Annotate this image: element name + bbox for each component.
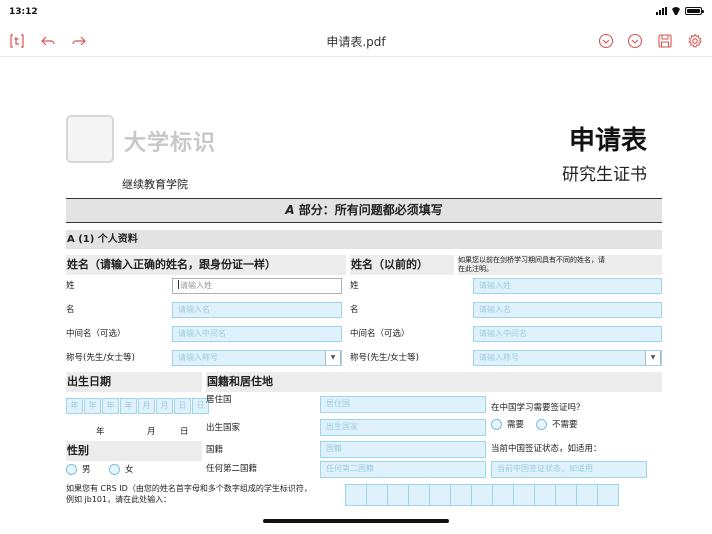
radio-icon[interactable] [536, 418, 547, 430]
birth-country-label: 出生国家 [206, 423, 241, 433]
status-time: 13:12 [9, 7, 38, 17]
dob-year-cell[interactable]: 年 [66, 398, 83, 414]
crs-id-cell[interactable] [471, 484, 493, 506]
radio-icon[interactable] [109, 463, 120, 475]
residence-input[interactable]: 居住国 [320, 396, 486, 413]
crs-id-cell[interactable] [513, 484, 535, 506]
save-icon[interactable] [656, 32, 674, 50]
gender-heading: 性别 [66, 441, 202, 461]
second-nationality-input[interactable]: 任何第二国籍 [320, 461, 486, 478]
residence-label: 居住国 [206, 395, 232, 405]
given-name-input[interactable]: 请输入名 [172, 302, 342, 318]
section-a-heading: A 部分：所有问题都必须填写 [66, 198, 662, 223]
university-logo-placeholder [66, 115, 114, 163]
prev-middle-name-label: 中间名（可选） [350, 329, 410, 339]
personal-details-heading: A (1) 个人资料 [66, 230, 662, 249]
crs-id-cell[interactable] [345, 484, 367, 506]
crs-id-cell[interactable] [492, 484, 514, 506]
toolbar: 申请表.pdf [0, 26, 712, 57]
previous-name-heading: 姓名（以前的） [350, 255, 454, 275]
title-select[interactable]: 请输入称号 ▼ [172, 350, 342, 366]
title-label: 称号(先生/女士等) [66, 353, 135, 363]
surname-label: 姓 [66, 281, 75, 291]
school-name: 继续教育学院 [122, 178, 188, 191]
previous-name-note: 如果您以前在剑桥学习期间具有不同的姓名，请 在此注明。 [458, 255, 662, 275]
chevron-circle-icon[interactable] [597, 32, 615, 50]
middle-name-input[interactable]: 请输入中间名 [172, 326, 342, 342]
form-subtitle: 研究生证书 [562, 165, 647, 185]
dob-year-caption: 年 [96, 427, 105, 437]
visa-status-label: 当前中国签证状态，如适用： [491, 444, 602, 454]
crs-id-cell[interactable] [597, 484, 619, 506]
dob-month-cell[interactable]: 月 [156, 398, 173, 414]
prev-given-name-input[interactable]: 请输入名 [473, 302, 662, 318]
crs-id-cell[interactable] [387, 484, 409, 506]
status-bar: 13:12 [0, 0, 712, 26]
home-indicator[interactable] [263, 519, 449, 523]
chevron-circle-icon[interactable] [626, 32, 644, 50]
prev-surname-input[interactable]: 请输入姓 [473, 278, 662, 294]
crs-id-cell[interactable] [555, 484, 577, 506]
dob-day-caption: 日 [180, 427, 189, 437]
dropdown-arrow-icon[interactable]: ▼ [325, 351, 341, 365]
prev-surname-label: 姓 [350, 281, 359, 291]
pdf-page: 大学标识 继续教育学院 申请表 研究生证书 A 部分：所有问题都必须填写 A (… [0, 58, 712, 534]
battery-icon [685, 7, 704, 15]
dob-month-caption: 月 [147, 427, 156, 437]
visa-status-input[interactable]: 当前中国签证状态，如适用 [491, 461, 647, 478]
wifi-icon [671, 7, 681, 15]
dropdown-arrow-icon[interactable]: ▼ [645, 351, 661, 365]
given-name-label: 名 [66, 305, 75, 315]
dob-heading: 出生日期 [66, 372, 202, 392]
prev-middle-name-input[interactable]: 请输入中间名 [473, 326, 662, 342]
title-select-value: 请输入称号 [178, 353, 218, 362]
prev-title-label: 称号(先生/女士等) [350, 353, 419, 363]
radio-icon[interactable] [66, 463, 77, 475]
dob-year-cell[interactable]: 年 [84, 398, 101, 414]
settings-icon[interactable] [686, 32, 704, 50]
prev-title-select-value: 请输入称号 [479, 353, 519, 362]
birth-country-input[interactable]: 出生国家 [320, 419, 486, 436]
crs-id-cell[interactable] [576, 484, 598, 506]
signal-icon [656, 7, 667, 15]
name-heading: 姓名（请输入正确的姓名，跟身份证一样） [66, 255, 346, 275]
status-icons [656, 7, 704, 15]
visa-yes-radio[interactable]: 需要 [491, 418, 524, 430]
dob-input-group: 年 年 年 年 月 月 日 日 [66, 398, 210, 414]
dob-year-cell[interactable]: 年 [102, 398, 119, 414]
nationality-input[interactable]: 国籍 [320, 441, 486, 458]
form-title: 申请表 [568, 126, 647, 156]
crs-id-cell[interactable] [408, 484, 430, 506]
visa-question: 在中国学习需要签证吗？ [491, 403, 585, 413]
crs-id-cell[interactable] [429, 484, 451, 506]
nationality-label: 国籍 [206, 445, 224, 455]
dob-year-cell[interactable]: 年 [120, 398, 137, 414]
gender-female-radio[interactable]: 女 [109, 463, 134, 475]
nationality-heading: 国籍和居住地 [206, 372, 662, 392]
surname-input[interactable]: 请输入姓 [172, 278, 342, 294]
visa-no-radio[interactable]: 不需要 [536, 418, 578, 430]
crs-id-cell[interactable] [534, 484, 556, 506]
radio-icon[interactable] [491, 418, 502, 430]
second-nationality-label: 任何第二国籍 [206, 464, 258, 474]
dob-day-cell[interactable]: 日 [174, 398, 191, 414]
university-logo-text: 大学标识 [124, 131, 217, 156]
middle-name-label: 中间名（可选） [66, 329, 126, 339]
crs-id-input-group [345, 484, 619, 506]
crs-id-instructions: 如果您有 CRS ID（由您的姓名首字母和多个数字组成的学生标识符， 例如 jb… [66, 484, 312, 504]
dob-month-cell[interactable]: 月 [138, 398, 155, 414]
gender-male-radio[interactable]: 男 [66, 463, 91, 475]
prev-title-select[interactable]: 请输入称号 ▼ [473, 350, 662, 366]
section-part-letter: A [285, 203, 295, 217]
crs-id-cell[interactable] [450, 484, 472, 506]
section-heading-text: 部分：所有问题都必须填写 [294, 203, 443, 217]
prev-given-name-label: 名 [350, 305, 359, 315]
crs-id-cell[interactable] [366, 484, 388, 506]
